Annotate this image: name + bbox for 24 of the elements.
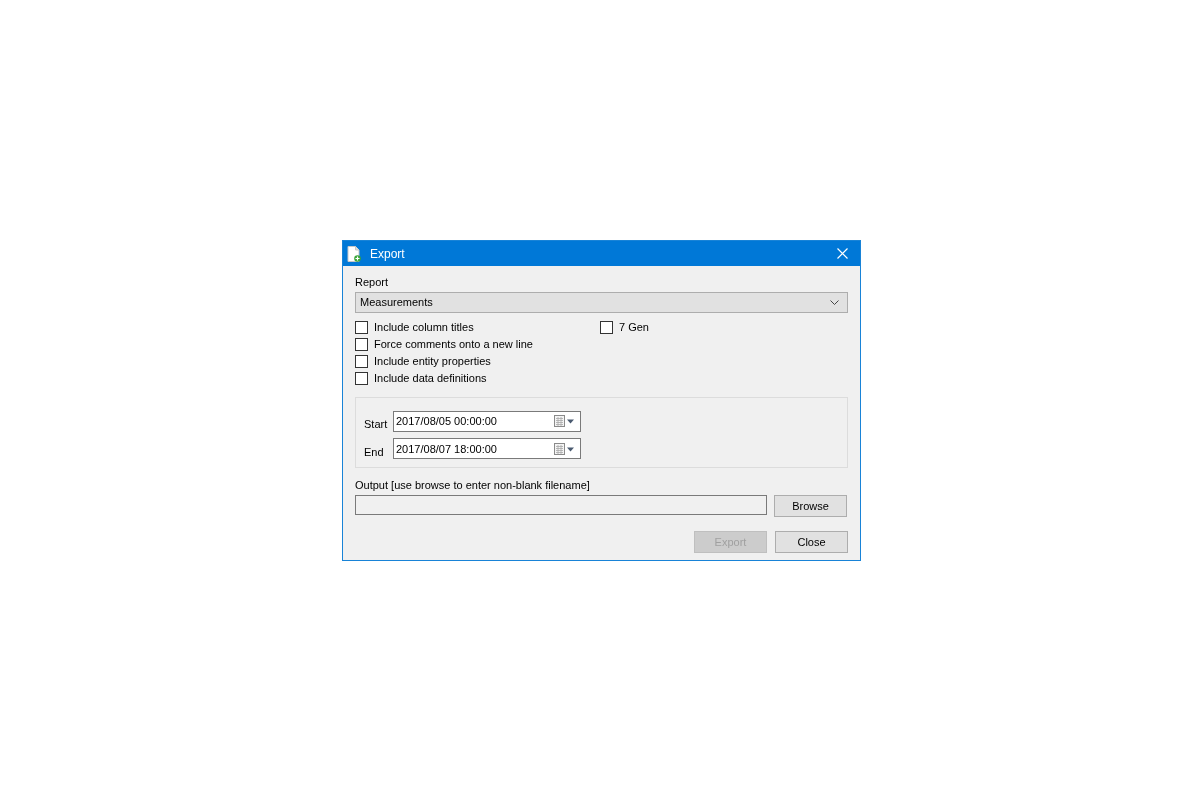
field-label: End bbox=[364, 444, 385, 460]
field-label: Start bbox=[364, 417, 389, 432]
checkbox[interactable] bbox=[355, 320, 368, 334]
field-label: Output [use browse to enter non-blank filename] bbox=[355, 478, 590, 492]
checkbox-label: Include entity properties bbox=[374, 353, 491, 369]
calendar-dropdown-icon bbox=[554, 442, 575, 455]
close-icon bbox=[836, 248, 848, 259]
checkbox[interactable] bbox=[355, 337, 368, 351]
window-title: Export bbox=[370, 245, 405, 263]
checkbox-label: Force comments onto a new line bbox=[374, 336, 533, 352]
dialog-button[interactable]: Close bbox=[775, 531, 848, 553]
checkbox[interactable] bbox=[600, 320, 613, 334]
chevron-down-icon bbox=[830, 300, 839, 305]
checkbox[interactable] bbox=[355, 354, 368, 368]
date-time-picker[interactable]: 2017/08/07 18:00:00 bbox=[393, 438, 581, 460]
report-dropdown[interactable]: Measurements bbox=[355, 292, 848, 313]
checkbox-label: Include data definitions bbox=[374, 370, 487, 386]
field-label: Report bbox=[355, 275, 389, 289]
date-time-picker[interactable]: 2017/08/05 00:00:00 bbox=[393, 410, 581, 432]
checkbox-label: 7 Gen bbox=[619, 319, 649, 335]
document-icon bbox=[347, 245, 361, 262]
calendar-dropdown-icon bbox=[554, 415, 575, 428]
checkbox[interactable] bbox=[355, 371, 368, 385]
checkbox-label: Include column titles bbox=[374, 319, 474, 335]
